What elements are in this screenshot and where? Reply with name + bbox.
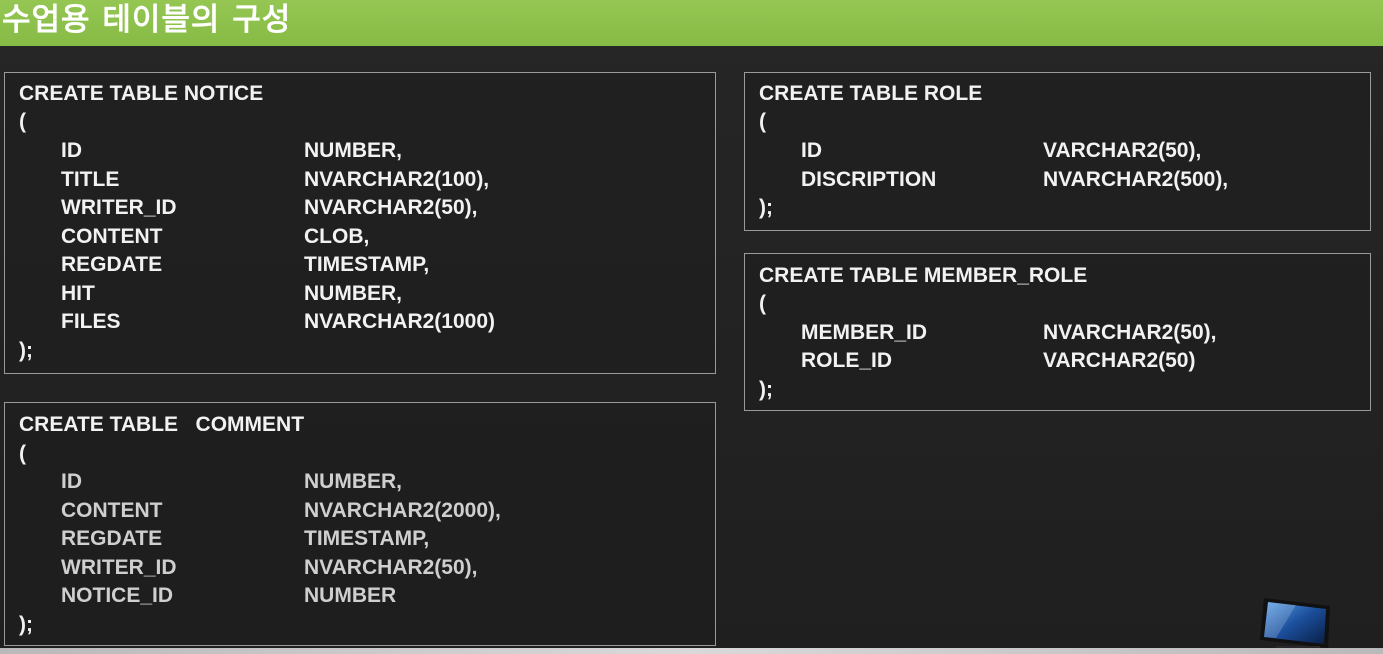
field-row: REGDATE TIMESTAMP, (5, 251, 715, 279)
close-paren-line: ); (19, 339, 33, 362)
field-row: FILES NVARCHAR2(1000) (5, 308, 715, 336)
field-type: CLOB, (304, 225, 370, 248)
create-table-line: CREATE TABLE ROLE (759, 82, 983, 105)
close-paren-line: ); (759, 378, 773, 401)
field-row: ROLE_ID VARCHAR2(50) (745, 347, 1370, 375)
create-table-line: CREATE TABLE NOTICE (19, 82, 264, 105)
field-name: NOTICE_ID (61, 584, 174, 607)
field-row: TITLE NVARCHAR2(100), (5, 166, 715, 194)
field-name: ID (61, 470, 82, 493)
close-paren-line: ); (19, 613, 33, 636)
field-row: DISCRIPTION NVARCHAR2(500), (745, 166, 1370, 194)
close-paren-line: ); (759, 196, 773, 219)
field-name: WRITER_ID (61, 196, 177, 219)
field-row: REGDATE TIMESTAMP, (5, 525, 715, 553)
field-name: ID (801, 139, 822, 162)
field-name: REGDATE (61, 253, 163, 276)
field-type: TIMESTAMP, (304, 253, 430, 276)
field-row: CONTENT NVARCHAR2(2000), (5, 497, 715, 525)
field-row: HIT NUMBER, (5, 280, 715, 308)
field-type: NUMBER, (304, 470, 402, 493)
field-type: NVARCHAR2(100), (304, 168, 490, 191)
field-type: NVARCHAR2(2000), (304, 499, 501, 522)
field-type: NVARCHAR2(50), (304, 196, 478, 219)
field-row: MEMBER_ID NVARCHAR2(50), (745, 319, 1370, 347)
slide: 수업용 테이블의 구성 CREATE TABLE NOTICE ( ID NUM… (0, 0, 1383, 654)
field-name: FILES (61, 310, 121, 333)
field-type: NUMBER, (304, 139, 402, 162)
field-row: WRITER_ID NVARCHAR2(50), (5, 554, 715, 582)
field-type: NVARCHAR2(50), (1043, 321, 1217, 344)
field-name: CONTENT (61, 225, 163, 248)
field-name: HIT (61, 282, 95, 305)
role-table-box: CREATE TABLE ROLE ( ID VARCHAR2(50), DIS… (744, 72, 1371, 231)
comment-table-box: CREATE TABLE COMMENT ( ID NUMBER, CONTEN… (4, 402, 716, 646)
field-row: ID NUMBER, (5, 137, 715, 165)
title-bar: 수업용 테이블의 구성 (0, 0, 1383, 46)
field-row: WRITER_ID NVARCHAR2(50), (5, 194, 715, 222)
field-name: WRITER_ID (61, 556, 177, 579)
open-paren: ( (19, 110, 26, 133)
page-title: 수업용 테이블의 구성 (2, 2, 292, 38)
open-paren: ( (759, 110, 766, 133)
field-type: NUMBER (304, 584, 397, 607)
notice-table-box: CREATE TABLE NOTICE ( ID NUMBER, TITLE N… (4, 72, 716, 374)
field-type: VARCHAR2(50) (1043, 349, 1196, 372)
bottom-strip (0, 648, 1383, 654)
field-name: DISCRIPTION (801, 168, 937, 191)
field-row: ID VARCHAR2(50), (745, 137, 1370, 165)
field-row: ID NUMBER, (5, 468, 715, 496)
field-type: NUMBER, (304, 282, 402, 305)
field-type: NVARCHAR2(500), (1043, 168, 1229, 191)
field-name: ROLE_ID (801, 349, 893, 372)
field-name: ID (61, 139, 82, 162)
field-row: CONTENT CLOB, (5, 223, 715, 251)
field-type: TIMESTAMP, (304, 527, 430, 550)
field-type: NVARCHAR2(1000) (304, 310, 495, 333)
monitor-icon (1256, 596, 1336, 654)
open-paren: ( (759, 292, 766, 315)
field-name: TITLE (61, 168, 120, 191)
field-name: CONTENT (61, 499, 163, 522)
create-table-line: CREATE TABLE COMMENT (19, 413, 305, 436)
field-name: MEMBER_ID (801, 321, 928, 344)
field-row: NOTICE_ID NUMBER (5, 582, 715, 610)
field-type: NVARCHAR2(50), (304, 556, 478, 579)
open-paren: ( (19, 442, 26, 465)
field-name: REGDATE (61, 527, 163, 550)
create-table-line: CREATE TABLE MEMBER_ROLE (759, 264, 1088, 287)
field-type: VARCHAR2(50), (1043, 139, 1202, 162)
member-role-table-box: CREATE TABLE MEMBER_ROLE ( MEMBER_ID NVA… (744, 253, 1371, 411)
